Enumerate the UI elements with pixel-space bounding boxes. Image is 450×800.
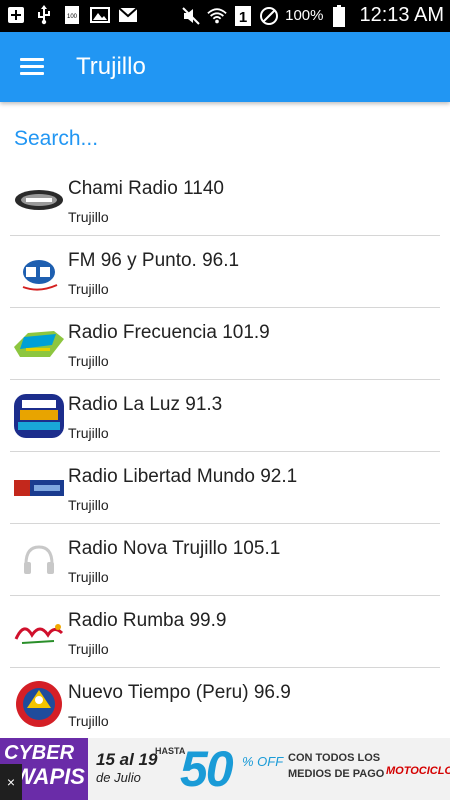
station-city: Trujillo	[68, 281, 109, 297]
station-item-chami-radio[interactable]: Chami Radio 1140 Trujillo	[10, 164, 440, 236]
page-title: Trujillo	[76, 53, 146, 80]
station-name: Radio Libertad Mundo 92.1	[68, 466, 298, 487]
ad-close-icon[interactable]: ×	[0, 764, 22, 800]
ad-copy-line1: CON TODOS LOS	[288, 752, 381, 764]
station-item-radio-la-luz[interactable]: Radio La Luz 91.3 Trujillo	[10, 380, 440, 452]
station-name: Radio Rumba 99.9	[68, 610, 227, 631]
status-bar: 100 1 100% 12:13 AM	[0, 0, 450, 32]
ad-discount: 50	[180, 741, 234, 797]
status-bar-notifications: 100	[6, 5, 138, 25]
station-city: Trujillo	[68, 209, 109, 225]
station-city: Trujillo	[68, 569, 109, 585]
station-item-fm-96[interactable]: FM 96 y Punto. 96.1 Trujillo	[10, 236, 440, 308]
battery-icon	[329, 4, 349, 27]
radio-rumba-logo	[14, 608, 64, 656]
gmail-icon	[118, 5, 138, 25]
headphones-icon	[14, 536, 64, 584]
ad-off: % OFF	[242, 754, 284, 769]
station-city: Trujillo	[68, 497, 109, 513]
no-signal-icon	[259, 6, 279, 26]
menu-icon[interactable]	[20, 54, 46, 80]
station-name: Radio Nova Trujillo 105.1	[68, 538, 281, 559]
radio-libertad-mundo-logo	[14, 464, 64, 512]
usb-icon	[34, 5, 54, 25]
radio-la-luz-logo	[14, 392, 64, 440]
sim-indicator-text: 1	[239, 9, 247, 26]
station-item-radio-libertad-mundo[interactable]: Radio Libertad Mundo 92.1 Trujillo	[10, 452, 440, 524]
storage-badge-icon: 100	[62, 5, 82, 25]
station-item-nuevo-tiempo[interactable]: Nuevo Tiempo (Peru) 96.9 Trujillo	[10, 668, 440, 739]
radio-frecuencia-logo	[14, 320, 64, 368]
fm-96-logo	[14, 248, 64, 296]
station-city: Trujillo	[68, 641, 109, 657]
ad-sponsor: MOTOCICLO	[386, 765, 450, 777]
status-bar-system: 1 100% 12:13 AM	[181, 4, 444, 27]
image-icon	[90, 5, 110, 25]
battery-percent: 100%	[285, 7, 324, 24]
ad-banner[interactable]: CYBER WAPIS 15 al 19 de Julio HASTA 50 %…	[0, 738, 450, 800]
station-list: Chami Radio 1140 Trujillo FM 96 y Punto.…	[0, 164, 450, 739]
station-name: FM 96 y Punto. 96.1	[68, 250, 240, 271]
station-name: Radio Frecuencia 101.9	[68, 322, 270, 343]
station-city: Trujillo	[68, 425, 109, 441]
sim-1-icon: 1	[233, 5, 253, 26]
station-item-radio-rumba[interactable]: Radio Rumba 99.9 Trujillo	[10, 596, 440, 668]
ad-copy-line2: MEDIOS DE PAGO	[288, 768, 385, 780]
add-notification-icon	[6, 5, 26, 25]
nuevo-tiempo-logo	[14, 680, 64, 728]
wifi-icon	[207, 6, 227, 26]
search-input[interactable]	[14, 122, 434, 156]
ad-month: de Julio	[96, 770, 141, 785]
chami-radio-logo	[14, 176, 64, 224]
clock: 12:13 AM	[359, 4, 444, 26]
station-name: Nuevo Tiempo (Peru) 96.9	[68, 682, 291, 703]
ad-brand-line1: CYBER	[4, 742, 75, 764]
station-item-radio-frecuencia[interactable]: Radio Frecuencia 101.9 Trujillo	[10, 308, 440, 380]
app-bar: Trujillo	[0, 32, 450, 102]
ad-dates: 15 al 19	[96, 750, 158, 769]
station-city: Trujillo	[68, 713, 109, 729]
ad-brand-line2: WAPIS	[14, 764, 85, 789]
station-item-radio-nova-trujillo[interactable]: Radio Nova Trujillo 105.1 Trujillo	[10, 524, 440, 596]
storage-badge-text: 100	[67, 14, 78, 20]
station-name: Radio La Luz 91.3	[68, 394, 223, 415]
station-city: Trujillo	[68, 353, 109, 369]
mute-icon	[181, 6, 201, 26]
station-name: Chami Radio 1140	[68, 178, 224, 199]
